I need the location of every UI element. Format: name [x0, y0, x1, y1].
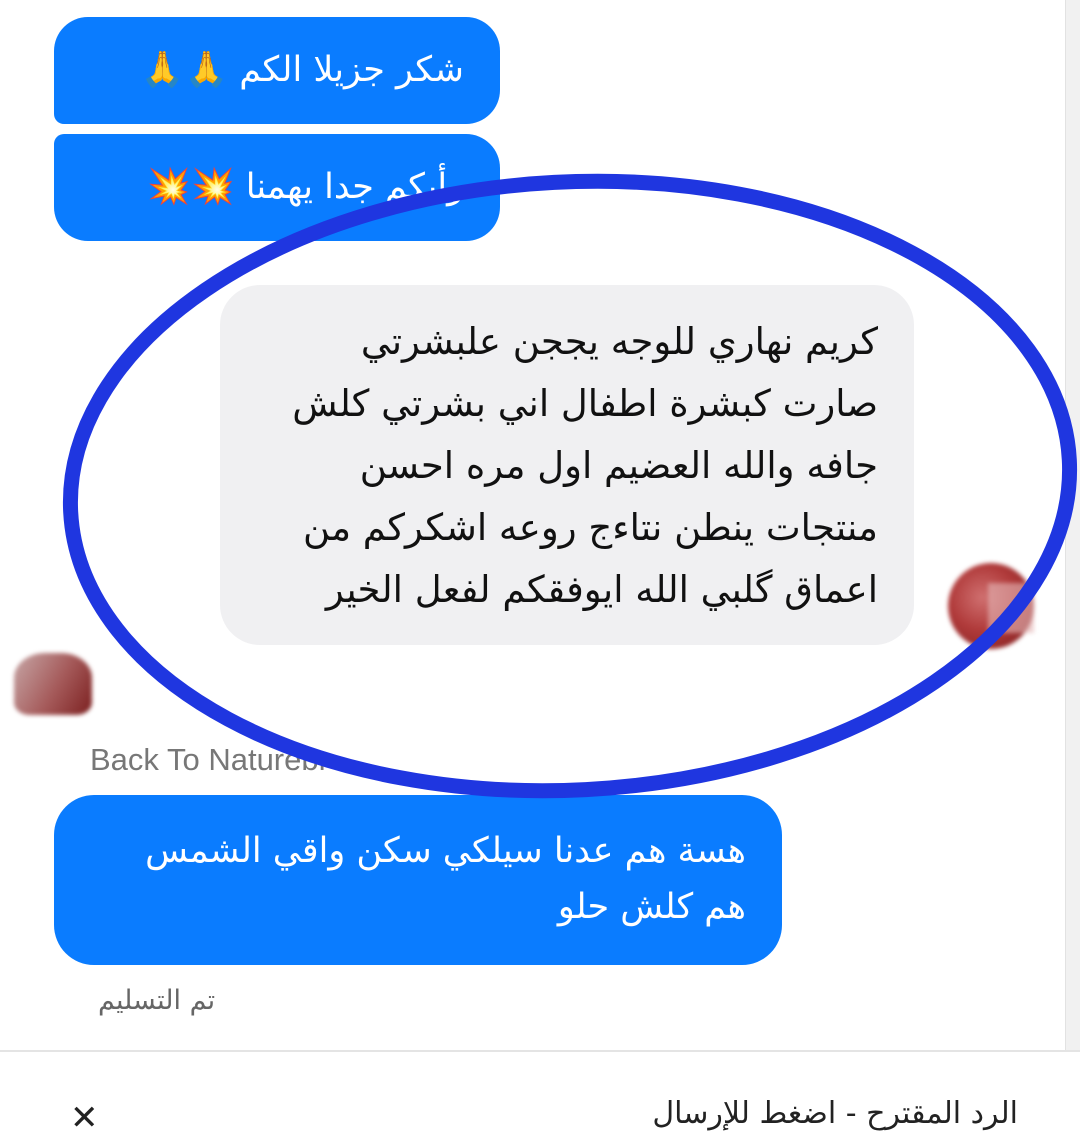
suggested-reply-label[interactable]: الرد المقترح - اضغط للإرسال — [652, 1096, 1018, 1131]
message-bubble-sent[interactable]: رأيكم جدا يهمنا 💥💥 — [54, 134, 500, 241]
suggested-reply-bar[interactable]: الرد المقترح - اضغط للإرسال ✕ — [0, 1052, 1080, 1138]
message-bubble-sent[interactable]: هسة هم عدنا سيلكي سكن واقي الشمس هم كلش … — [54, 795, 782, 965]
message-bubble-received[interactable]: كريم نهاري للوجه يججن علبشرتي صارت كبشرة… — [220, 285, 914, 645]
sender-name: Back To Naturebr — [90, 742, 329, 777]
delivered-status: تم التسليم — [98, 985, 216, 1016]
close-icon[interactable]: ✕ — [70, 1098, 99, 1138]
avatar[interactable] — [948, 563, 1034, 649]
message-bubble-sent[interactable]: شكر جزيلا الكم 🙏🙏 — [54, 17, 500, 124]
scroll-edge — [1065, 0, 1080, 1050]
avatar[interactable] — [14, 653, 92, 715]
